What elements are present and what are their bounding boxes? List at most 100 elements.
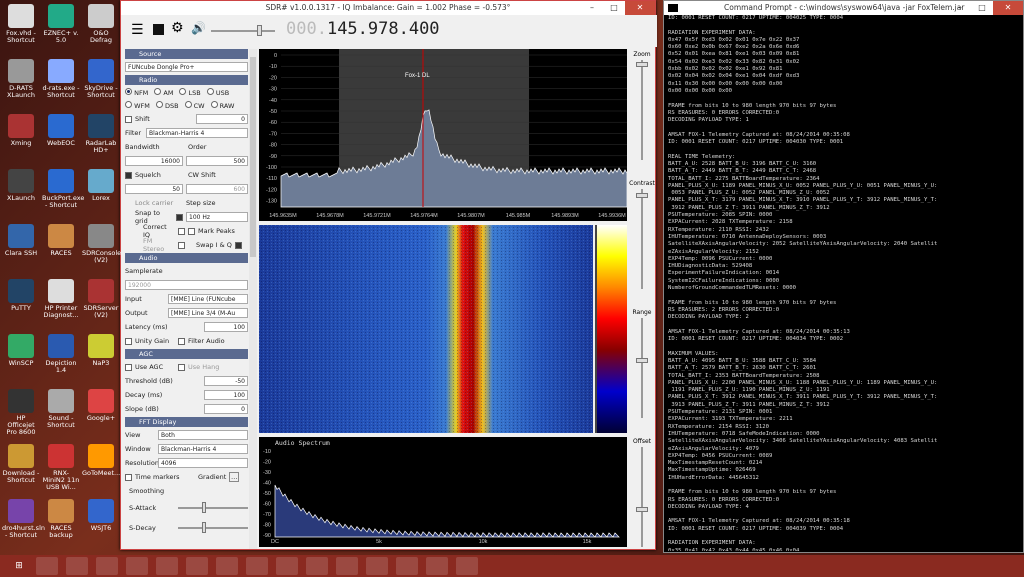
tower-icon[interactable] [336, 557, 358, 575]
fft-header[interactable]: FFT Display [125, 417, 248, 427]
latency-input[interactable]: 100 [204, 322, 248, 332]
mode-raw[interactable]: RAW [210, 100, 234, 110]
desktop-icon[interactable]: O&O Defrag [82, 4, 120, 44]
ball-icon[interactable] [396, 557, 418, 575]
frequency-display[interactable]: 000.145.978.400 [286, 19, 440, 39]
agc-header[interactable]: AGC [125, 349, 248, 359]
time-markers-checkbox[interactable] [125, 473, 132, 481]
shift-checkbox[interactable] [125, 115, 132, 123]
samplerate-select[interactable]: 192000 [125, 280, 248, 290]
desktop-icon[interactable]: HP Printer Diagnost... [42, 279, 80, 319]
resolution-select[interactable]: 4096 [158, 458, 248, 468]
desktop-icon[interactable]: RNX-MiniN2 11n USB Wi... [42, 444, 80, 491]
desktop-icon[interactable]: RACES backup [42, 499, 80, 539]
desktop-icon[interactable]: Sound - Shortcut [42, 389, 80, 429]
desktop-icon[interactable]: EZNEC+ v. 5.0 [42, 4, 80, 44]
gear-icon[interactable]: ⚙ [171, 20, 184, 36]
desktop-icon[interactable]: SkyDrive - Shortcut [82, 59, 120, 99]
unity-gain-checkbox[interactable] [125, 337, 132, 345]
cmd-close-button[interactable]: ✕ [993, 1, 1023, 15]
mode-usb[interactable]: USB [206, 88, 229, 97]
ladybug-icon[interactable] [306, 557, 328, 575]
sdrsharp-icon[interactable] [126, 557, 148, 575]
cw-shift-input[interactable]: 600 [186, 184, 248, 194]
desktop-icon[interactable]: NaP3 [82, 334, 120, 367]
desktop-icon[interactable]: d-rats.exe - Shortcut [42, 59, 80, 99]
threshold-input[interactable]: -50 [204, 376, 248, 386]
window-select[interactable]: Blackman-Harris 4 [158, 444, 248, 454]
desktop-icon[interactable]: SDRServer (V2) [82, 279, 120, 319]
sdr-icon[interactable] [426, 557, 448, 575]
source-header[interactable]: Source [125, 49, 248, 59]
thunderbird-icon[interactable] [366, 557, 388, 575]
correct-iq-checkbox[interactable] [178, 227, 185, 235]
squelch-checkbox[interactable] [125, 171, 132, 179]
output-select[interactable]: [MME] Line 3/4 (M-Au [168, 308, 248, 318]
cmd-maximize-button[interactable]: □ [971, 1, 993, 15]
desktop-icon[interactable]: WinSCP [2, 334, 40, 367]
desktop-icon[interactable]: HP Officejet Pro 8600 [2, 389, 40, 436]
desktop-icon[interactable]: Clara SSH [2, 224, 40, 257]
slope-input[interactable]: 0 [204, 404, 248, 414]
decay-input[interactable]: 100 [204, 390, 248, 400]
stop-icon[interactable] [153, 24, 164, 35]
desktop-icon[interactable]: RACES [42, 224, 80, 257]
mode-lsb[interactable]: LSB [179, 88, 201, 97]
close-button[interactable]: ✕ [625, 1, 655, 15]
start-button[interactable]: ⊞ [8, 557, 30, 575]
mode-dsb[interactable]: DSB [155, 100, 179, 110]
fm-stereo-checkbox[interactable] [178, 241, 185, 249]
mode-am[interactable]: AM [154, 88, 173, 97]
desktop-icon[interactable]: RadarLab HD+ [82, 114, 120, 154]
ie-icon[interactable] [36, 557, 58, 575]
view-select[interactable]: Both [158, 430, 248, 440]
offset-slider[interactable] [636, 447, 648, 547]
step-select[interactable]: 100 Hz [186, 212, 248, 222]
mode-cw[interactable]: CW [184, 100, 205, 110]
word-icon[interactable] [186, 557, 208, 575]
desktop-icon[interactable]: WSJT6 [82, 499, 120, 532]
desktop-icon[interactable]: PuTTY [2, 279, 40, 312]
desktop-icon[interactable]: Depiction 1.4 [42, 334, 80, 374]
input-select[interactable]: [MME] Line (FUNcube [168, 294, 248, 304]
cmd-minimize-button[interactable]: – [949, 1, 971, 15]
desktop-icon[interactable]: Google+ [82, 389, 120, 422]
maximize-button[interactable]: □ [603, 1, 625, 15]
desktop-icon[interactable]: XLaunch [2, 169, 40, 202]
cmd-icon[interactable] [456, 557, 478, 575]
order-input[interactable]: 500 [186, 156, 248, 166]
snap-checkbox[interactable] [176, 213, 183, 221]
radio-header[interactable]: Radio [125, 75, 248, 85]
use-agc-checkbox[interactable] [125, 363, 132, 371]
desktop-icon[interactable]: WebEOC [42, 114, 80, 147]
desktop-icon[interactable]: Lorex [82, 169, 120, 202]
waterfall-display[interactable] [259, 225, 593, 433]
app-icon[interactable] [156, 557, 178, 575]
desktop-icon[interactable]: dro4hurst.sln - Shortcut [2, 499, 45, 539]
mode-wfm[interactable]: WFM [125, 100, 150, 110]
mode-nfm[interactable]: NFM [125, 88, 148, 97]
source-select[interactable]: FUNcube Dongle Pro+ [125, 62, 248, 72]
cmd-title-bar[interactable]: Command Prompt - c:\windows\syswow64\jav… [664, 1, 1023, 15]
chrome-icon[interactable] [66, 557, 88, 575]
desktop-icon[interactable]: SDRConsole (V2) [82, 224, 121, 264]
gradient-button[interactable]: … [229, 472, 240, 482]
audio-spectrum-display[interactable]: Audio Spectrum -10 -20 -30 -40 -50 -60 -70 -80 -… [259, 437, 627, 547]
contrast-slider[interactable] [636, 189, 648, 289]
minimize-button[interactable]: – [581, 1, 603, 15]
volume-icon[interactable]: 🔊 [191, 21, 206, 35]
desktop-icon[interactable]: Download - Shortcut [2, 444, 40, 484]
zoom-slider[interactable] [636, 60, 648, 160]
explorer-icon[interactable] [96, 557, 118, 575]
spectrum-display[interactable]: 0 -10 -20 -30 -40 -50 -60 -70 -80 -90 -100 -110 -120… [259, 49, 628, 221]
desktop-icon[interactable]: BuckPort.exe - Shortcut [42, 169, 84, 209]
console-output[interactable]: ID: 0001 RESET COUNT: 0217 UPTIME: 00402… [668, 15, 1020, 551]
s-attack-slider[interactable] [178, 502, 248, 513]
desktop-icon[interactable]: D-RATS XLaunch [2, 59, 40, 99]
globe-icon[interactable] [276, 557, 298, 575]
desktop-icon[interactable]: GoToMeet... [82, 444, 120, 477]
range-slider[interactable] [636, 318, 648, 418]
mark-peaks-checkbox[interactable] [188, 227, 195, 235]
filter-select[interactable]: Blackman-Harris 4 [146, 128, 248, 138]
desktop-icon[interactable]: Fox.vhd - Shortcut [2, 4, 40, 44]
